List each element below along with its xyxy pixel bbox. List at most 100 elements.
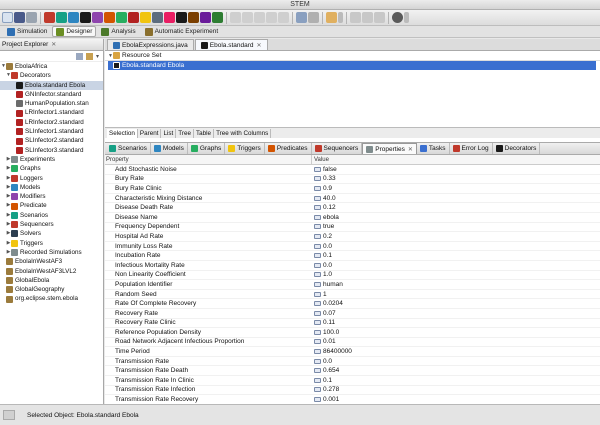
decorator-icon[interactable] (116, 12, 127, 23)
map-icon[interactable] (212, 12, 223, 23)
modifier-icon[interactable] (200, 12, 211, 23)
forward-icon[interactable] (362, 12, 373, 23)
property-value[interactable]: 1 (312, 291, 327, 298)
chevron-down-icon[interactable] (338, 12, 343, 23)
property-value[interactable]: 40.0 (312, 195, 336, 202)
view-tab[interactable]: Models (151, 143, 188, 154)
tree-item[interactable]: org.eclipse.stem.ebola (0, 294, 103, 303)
tree-item[interactable]: GlobalEbola (0, 276, 103, 285)
property-row[interactable]: Add Stochastic Noise false (105, 165, 600, 175)
property-value[interactable]: 0.11 (312, 319, 335, 326)
property-value[interactable]: 0.0 (312, 262, 332, 269)
experiment-icon[interactable] (164, 12, 175, 23)
link-editor-icon[interactable] (85, 52, 93, 60)
property-row[interactable]: Non Linearity Coefficient 1.0 (105, 271, 600, 281)
view-tab[interactable]: Predicates (265, 143, 312, 154)
editor-tab-ebola-standard[interactable]: Ebola.standard ✕ (194, 39, 268, 50)
tree-item[interactable]: EbolaInWestAF3LVL2 (0, 267, 103, 276)
import-icon[interactable] (296, 12, 307, 23)
tree-item[interactable]: ▶ Scenarios (0, 211, 103, 220)
property-row[interactable]: Immunity Loss Rate 0.0 (105, 242, 600, 252)
property-value[interactable]: 0.0 (312, 243, 332, 250)
tree-item[interactable]: ▶ Triggers (0, 239, 103, 248)
graph-icon[interactable] (68, 12, 79, 23)
property-row[interactable]: Recovery Rate 0.07 (105, 309, 600, 319)
sequencer-icon[interactable] (44, 12, 55, 23)
property-value[interactable]: 1.0 (312, 271, 332, 278)
history-icon[interactable] (374, 12, 385, 23)
tree-item[interactable]: ▶ Sequencers (0, 220, 103, 229)
tree-item[interactable]: ▶ Loggers (0, 174, 103, 183)
resource-set-row[interactable]: ▼ Resource Set (105, 51, 600, 61)
view-tab[interactable]: Tasks (417, 143, 450, 154)
collapse-all-icon[interactable] (75, 52, 83, 60)
property-row[interactable]: Time Period 86400000 (105, 347, 600, 357)
editor-page-tab[interactable]: Tree with Columns (214, 128, 272, 138)
editor-page-tab[interactable]: Table (194, 128, 215, 138)
property-value[interactable]: true (312, 223, 334, 230)
stop-icon[interactable] (278, 12, 289, 23)
editor-tab-ebolaexpressions[interactable]: EbolaExpressions.java (107, 39, 194, 50)
tree-item[interactable]: LRInfector1.standard (0, 108, 103, 117)
property-row[interactable]: Frequency Dependent true (105, 223, 600, 233)
tree-item[interactable]: ▶ Predicate (0, 201, 103, 210)
property-row[interactable]: Transmission Rate Infection 0.278 (105, 386, 600, 396)
model-icon[interactable] (80, 12, 91, 23)
tree-item[interactable]: ▶ Modifiers (0, 192, 103, 201)
view-tab[interactable]: Graphs (188, 143, 226, 154)
tree-item[interactable]: SLInfector2.standard (0, 136, 103, 145)
view-tab[interactable]: Triggers (225, 143, 265, 154)
tree-item[interactable]: LRInfector2.standard (0, 118, 103, 127)
close-icon[interactable]: ✕ (257, 42, 262, 49)
tree-item[interactable]: SLInfector1.standard (0, 127, 103, 136)
property-value[interactable]: 0.12 (312, 204, 336, 211)
editor-page-tab[interactable]: Tree (176, 128, 194, 138)
property-row[interactable]: Rate Of Complete Recovery 0.0204 (105, 299, 600, 309)
disease-icon[interactable] (128, 12, 139, 23)
property-value[interactable]: 0.9 (312, 185, 332, 192)
property-row[interactable]: Bury Rate Clinic 0.9 (105, 184, 600, 194)
property-row[interactable]: Characteristic Mixing Distance 40.0 (105, 194, 600, 204)
property-row[interactable]: Transmission Rate In Clinic 0.1 (105, 376, 600, 386)
project-explorer-tab[interactable]: Project Explorer ✕ (0, 39, 103, 51)
new-icon[interactable] (2, 12, 13, 23)
tree-item[interactable]: ▶ Graphs (0, 164, 103, 173)
property-row[interactable]: Population Identifier human (105, 280, 600, 290)
property-value[interactable]: 0.1 (312, 377, 332, 384)
property-row[interactable]: Disease Death Rate 0.12 (105, 203, 600, 213)
view-menu-icon[interactable]: ▾ (96, 53, 99, 60)
property-row[interactable]: Road Network Adjacent Infectious Proport… (105, 338, 600, 348)
tree-item[interactable]: ▶ Recorded Simulations (0, 248, 103, 257)
reset-icon[interactable] (266, 12, 277, 23)
property-row[interactable]: Incubation Rate 0.1 (105, 251, 600, 261)
property-value[interactable]: 0.001 (312, 396, 339, 403)
tree-item[interactable]: ▼ EbolaAfrica (0, 62, 103, 71)
property-value[interactable]: 0.0204 (312, 300, 343, 307)
column-header-property[interactable]: Property (105, 155, 312, 164)
logger-icon[interactable] (188, 12, 199, 23)
property-value[interactable]: 0.01 (312, 338, 336, 345)
perspective-simulation[interactable]: Simulation (3, 26, 51, 37)
perspective-designer[interactable]: Designer (52, 26, 97, 37)
step-icon[interactable] (254, 12, 265, 23)
print-icon[interactable] (26, 12, 37, 23)
property-value[interactable]: ebola (312, 214, 339, 221)
property-value[interactable]: 0.1 (312, 252, 332, 259)
property-row[interactable]: Random Seed 1 (105, 290, 600, 300)
search-icon[interactable] (392, 12, 403, 23)
back-icon[interactable] (350, 12, 361, 23)
property-row[interactable]: Infectious Mortality Rate 0.0 (105, 261, 600, 271)
tree-item[interactable]: SLInfector3.standard (0, 146, 103, 155)
property-row[interactable]: Disease Name ebola (105, 213, 600, 223)
perspective-analysis[interactable]: Analysis (97, 26, 139, 37)
close-icon[interactable]: ✕ (51, 41, 56, 48)
property-value[interactable]: 0.0 (312, 358, 332, 365)
export-icon[interactable] (308, 12, 319, 23)
tree-item[interactable]: GNInfector.standard (0, 90, 103, 99)
property-row[interactable]: Hospital Ad Rate 0.2 (105, 232, 600, 242)
view-tab[interactable]: Decorators (493, 143, 541, 154)
tree-item[interactable]: GlobalGeography (0, 285, 103, 294)
property-row[interactable]: Transmission Rate 0.0 (105, 357, 600, 367)
pause-icon[interactable] (242, 12, 253, 23)
trigger-icon[interactable] (92, 12, 103, 23)
